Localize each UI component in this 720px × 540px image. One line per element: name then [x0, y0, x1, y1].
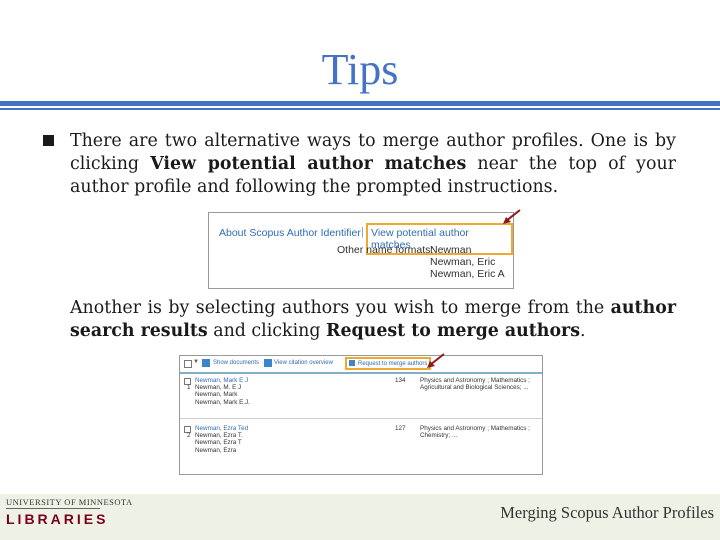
- alt-name: Newman, Ezra T.: [195, 432, 243, 440]
- logo-divider: [6, 508, 100, 509]
- author-search-results-screenshot: ▼ Show documents View citation overview …: [179, 355, 543, 475]
- alt-name: Newman, Ezra: [195, 446, 237, 454]
- results-toolbar: ▼ Show documents View citation overview …: [180, 356, 542, 374]
- alt-name: Newman, Mark: [195, 391, 238, 399]
- chart-icon: [264, 359, 272, 367]
- paragraph-2: Another is by selecting authors you wish…: [70, 297, 676, 343]
- chevron-down-icon[interactable]: ▼: [193, 359, 199, 365]
- pointer-arrow-icon: [503, 209, 521, 224]
- subject-areas: Physics and Astronomy ; Mathematics ; Ch…: [420, 425, 530, 440]
- documents-icon: [202, 359, 210, 367]
- pointer-arrow-icon: [427, 353, 445, 368]
- about-author-identifier-link[interactable]: About Scopus Author Identifier: [219, 227, 361, 239]
- bullet-square-icon: [43, 135, 54, 146]
- alt-name: Newman, Ezra T: [195, 439, 242, 447]
- author-profile-screenshot: About Scopus Author Identifier | View po…: [208, 212, 514, 289]
- request-merge-label: Request to merge authors: [358, 361, 428, 367]
- para2-text-a: Another is by selecting authors you wish…: [70, 298, 611, 318]
- row-number: 2: [187, 432, 191, 439]
- request-merge-authors-button[interactable]: Request to merge authors: [345, 357, 432, 370]
- footer-title: Merging Scopus Author Profiles: [500, 503, 714, 522]
- libraries-logo: LIBRARIES: [6, 511, 109, 527]
- title-rule-thin: [0, 108, 720, 110]
- name-format-1: Newman: [430, 244, 472, 256]
- author-names: Newman, Mark E J Newman, M. E J Newman, …: [195, 377, 250, 406]
- subject-areas: Physics and Astronomy ; Mathematics ; Ag…: [420, 377, 530, 392]
- paragraph-1: There are two alternative ways to merge …: [70, 130, 676, 199]
- university-name: UNIVERSITY OF MINNESOTA: [6, 497, 133, 507]
- author-name-link[interactable]: Newman, Mark E J: [195, 377, 250, 384]
- para2-text-e: .: [580, 321, 586, 341]
- row-number: 1: [187, 384, 191, 391]
- name-format-2: Newman, Eric: [430, 256, 496, 268]
- document-count: 127: [395, 425, 406, 432]
- slide-title: Tips: [321, 45, 399, 94]
- alt-name: Newman, M. E J: [195, 384, 242, 392]
- author-names: Newman, Ezra Ted Newman, Ezra T. Newman,…: [195, 425, 248, 454]
- row-divider: [180, 418, 542, 419]
- document-count: 134: [395, 377, 406, 384]
- select-all-checkbox[interactable]: [184, 360, 192, 368]
- alt-name: Newman, Mark E.J.: [195, 398, 250, 406]
- para2-text-c: and clicking: [207, 321, 326, 341]
- para2-bold-2: Request to merge authors: [326, 321, 580, 341]
- view-citation-overview-link[interactable]: View citation overview: [274, 360, 333, 366]
- merge-icon: [349, 360, 355, 366]
- separator: |: [361, 226, 364, 238]
- title-rule-thick: [0, 101, 720, 106]
- para1-bold: View potential author matches: [150, 154, 467, 174]
- author-name-link[interactable]: Newman, Ezra Ted: [195, 425, 248, 432]
- other-name-formats-label: Other name formats:: [337, 244, 434, 256]
- name-format-3: Newman, Eric A: [430, 268, 505, 280]
- show-documents-link[interactable]: Show documents: [213, 360, 259, 366]
